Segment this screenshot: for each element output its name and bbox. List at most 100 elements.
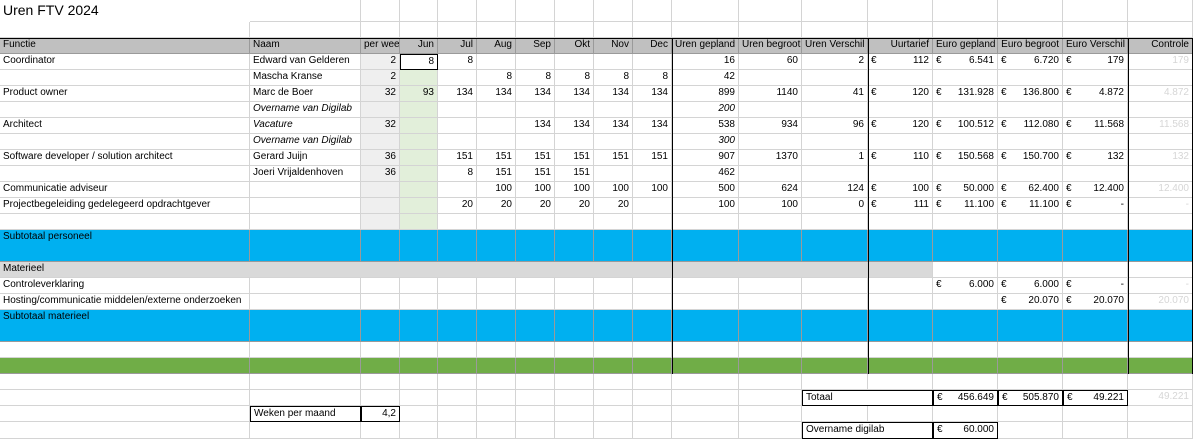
cell-dec[interactable]: 134 — [633, 86, 672, 102]
subtotaal-personeel-cell[interactable] — [739, 230, 802, 262]
empty-cell[interactable] — [868, 294, 933, 310]
empty-cell[interactable] — [1063, 406, 1128, 422]
cell-naam[interactable]: Vacature — [250, 118, 361, 134]
subtotaal-materieel-cell[interactable] — [802, 310, 868, 342]
cell-uurtarief[interactable]: €110 — [868, 150, 933, 166]
empty-cell[interactable] — [594, 278, 633, 294]
total-bar-cell[interactable] — [477, 358, 516, 374]
empty-cell[interactable] — [555, 374, 594, 390]
empty-cell[interactable] — [1063, 374, 1128, 390]
empty-cell[interactable] — [555, 294, 594, 310]
empty-cell[interactable] — [361, 22, 400, 38]
cell-uren-gepland[interactable]: 300 — [672, 134, 739, 150]
cell-uren-gepland[interactable]: 16 — [672, 54, 739, 70]
cell-uurtarief[interactable] — [868, 102, 933, 118]
header-jul[interactable]: Jul — [438, 38, 477, 54]
empty-cell[interactable] — [438, 278, 477, 294]
empty-cell[interactable] — [361, 374, 400, 390]
subtotaal-personeel-cell[interactable] — [438, 230, 477, 262]
empty-cell[interactable] — [933, 22, 998, 38]
empty-cell[interactable] — [998, 0, 1063, 22]
cell-nov[interactable] — [594, 54, 633, 70]
empty-cell[interactable] — [739, 0, 802, 22]
cell-euro-begroot[interactable] — [998, 102, 1063, 118]
empty-cell[interactable] — [802, 0, 868, 22]
empty-cell[interactable] — [802, 22, 868, 38]
cell-jun[interactable] — [400, 134, 438, 150]
empty-cell[interactable] — [998, 262, 1063, 278]
empty-cell[interactable] — [555, 278, 594, 294]
empty-cell[interactable] — [933, 342, 998, 358]
empty-cell[interactable] — [1063, 422, 1128, 439]
cell-okt[interactable]: 8 — [555, 70, 594, 86]
cell-jun[interactable] — [400, 150, 438, 166]
empty-cell[interactable] — [555, 214, 594, 230]
empty-cell[interactable] — [477, 342, 516, 358]
cell-jun[interactable] — [400, 182, 438, 198]
cell-jul[interactable] — [438, 70, 477, 86]
empty-cell[interactable] — [250, 390, 361, 406]
total-bar-cell[interactable] — [516, 358, 555, 374]
empty-cell[interactable] — [594, 374, 633, 390]
cell-controle[interactable]: - — [1128, 278, 1193, 294]
cell-uren-begroot[interactable]: 1370 — [739, 150, 802, 166]
empty-cell[interactable] — [868, 374, 933, 390]
cell-euro-verschil[interactable]: €4.872 — [1063, 86, 1128, 102]
totaal-euro-begroot[interactable]: €505.870 — [998, 390, 1063, 406]
cell-euro-verschil[interactable]: € - — [1063, 278, 1128, 294]
empty-cell[interactable] — [477, 294, 516, 310]
subtotaal-materieel-cell[interactable] — [438, 310, 477, 342]
cell-controle[interactable] — [1128, 70, 1193, 86]
total-bar-cell[interactable] — [400, 358, 438, 374]
cell-aug[interactable]: 8 — [477, 70, 516, 86]
cell-controle[interactable]: 20.070 — [1128, 294, 1193, 310]
subtotaal-personeel-cell[interactable] — [802, 230, 868, 262]
header-functie[interactable]: Functie — [0, 38, 250, 54]
cell-uren-gepland[interactable]: 500 — [672, 182, 739, 198]
empty-cell[interactable] — [400, 294, 438, 310]
empty-cell[interactable] — [672, 214, 739, 230]
empty-cell[interactable] — [633, 294, 672, 310]
totaal-euro-gepland[interactable]: €456.649 — [933, 390, 998, 406]
empty-cell[interactable] — [998, 422, 1063, 439]
subtotaal-materieel-cell[interactable] — [1063, 310, 1128, 342]
empty-cell[interactable] — [1063, 22, 1128, 38]
cell-naam[interactable]: Edward van Gelderen — [250, 54, 361, 70]
empty-cell[interactable] — [361, 342, 400, 358]
empty-cell[interactable] — [633, 22, 672, 38]
cell-uurtarief[interactable]: €120 — [868, 86, 933, 102]
subtotaal-personeel-cell[interactable] — [594, 230, 633, 262]
cell-nov[interactable] — [594, 134, 633, 150]
subtotaal-materieel-cell[interactable] — [477, 310, 516, 342]
cell-per-week[interactable]: 2 — [361, 54, 400, 70]
subtotaal-personeel-cell[interactable] — [477, 230, 516, 262]
cell-per-week[interactable]: 32 — [361, 86, 400, 102]
subtotaal-materieel-cell[interactable] — [633, 310, 672, 342]
weken-per-maand-label[interactable]: Weken per maand — [250, 406, 361, 422]
empty-cell[interactable] — [477, 422, 516, 439]
empty-cell[interactable] — [868, 278, 933, 294]
subtotaal-personeel-cell[interactable] — [400, 230, 438, 262]
empty-cell[interactable] — [633, 342, 672, 358]
empty-cell[interactable] — [516, 214, 555, 230]
empty-cell[interactable] — [933, 262, 998, 278]
header-sep[interactable]: Sep — [516, 38, 555, 54]
cell-controle[interactable] — [1128, 166, 1193, 182]
empty-cell[interactable] — [594, 294, 633, 310]
cell-per-week[interactable]: 36 — [361, 150, 400, 166]
total-bar-cell[interactable] — [868, 358, 933, 374]
empty-cell[interactable] — [998, 342, 1063, 358]
empty-cell[interactable] — [516, 294, 555, 310]
empty-cell[interactable] — [672, 294, 739, 310]
empty-cell[interactable] — [477, 390, 516, 406]
header-aug[interactable]: Aug — [477, 38, 516, 54]
empty-cell[interactable] — [633, 422, 672, 439]
cell-aug[interactable]: 20 — [477, 198, 516, 214]
materieel-gray-cell[interactable] — [672, 262, 868, 278]
subtotaal-personeel-cell[interactable] — [516, 230, 555, 262]
cell-jul[interactable]: 151 — [438, 150, 477, 166]
cell-sep[interactable]: 8 — [516, 70, 555, 86]
materieel-gray-cell[interactable] — [868, 262, 933, 278]
cell-aug[interactable] — [477, 118, 516, 134]
cell-uren-gepland[interactable]: 538 — [672, 118, 739, 134]
